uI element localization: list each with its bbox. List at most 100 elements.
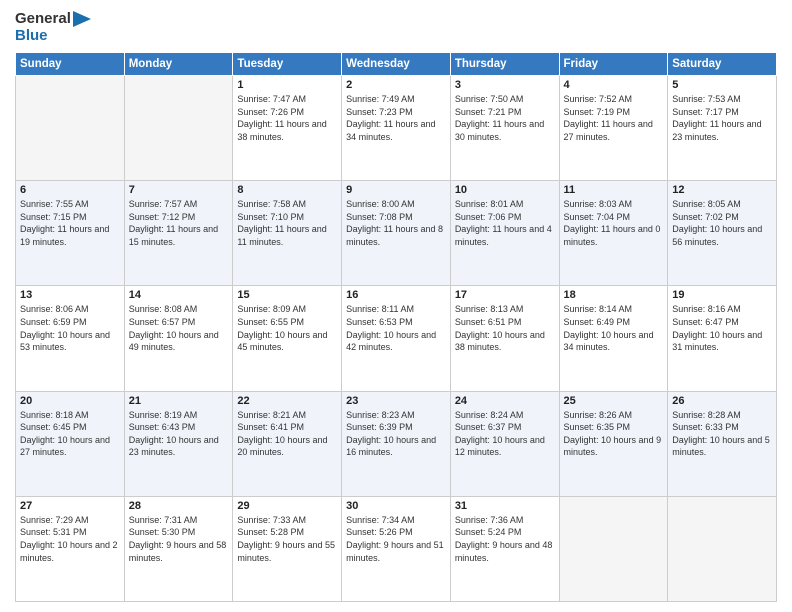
day-number: 15: [237, 289, 337, 301]
day-info: Sunrise: 8:14 AMSunset: 6:49 PMDaylight:…: [564, 303, 664, 353]
calendar-cell: 12 Sunrise: 8:05 AMSunset: 7:02 PMDayligh…: [668, 181, 777, 286]
calendar-cell: 8 Sunrise: 7:58 AMSunset: 7:10 PMDaylight…: [233, 181, 342, 286]
calendar-cell: 26 Sunrise: 8:28 AMSunset: 6:33 PMDayligh…: [668, 391, 777, 496]
calendar-cell: 28 Sunrise: 7:31 AMSunset: 5:30 PMDayligh…: [124, 496, 233, 601]
day-info: Sunrise: 8:08 AMSunset: 6:57 PMDaylight:…: [129, 303, 229, 353]
day-number: 24: [455, 395, 555, 407]
day-number: 16: [346, 289, 446, 301]
weekday-header-friday: Friday: [559, 53, 668, 76]
calendar-cell: [668, 496, 777, 601]
calendar-cell: 2 Sunrise: 7:49 AMSunset: 7:23 PMDaylight…: [342, 76, 451, 181]
calendar-cell: 7 Sunrise: 7:57 AMSunset: 7:12 PMDaylight…: [124, 181, 233, 286]
day-info: Sunrise: 8:24 AMSunset: 6:37 PMDaylight:…: [455, 409, 555, 459]
calendar-cell: [559, 496, 668, 601]
calendar-cell: 5Sunrise: 7:53 AMSunset: 7:17 PMDaylight…: [668, 76, 777, 181]
day-number: 23: [346, 395, 446, 407]
day-info: Sunrise: 7:33 AMSunset: 5:28 PMDaylight:…: [237, 514, 337, 564]
day-info: Sunrise: 7:36 AMSunset: 5:24 PMDaylight:…: [455, 514, 555, 564]
calendar-cell: 13 Sunrise: 8:06 AMSunset: 6:59 PMDayligh…: [16, 286, 125, 391]
calendar-table: SundayMondayTuesdayWednesdayThursdayFrid…: [15, 52, 777, 602]
day-number: 19: [672, 289, 772, 301]
calendar-cell: 4Sunrise: 7:52 AMSunset: 7:19 PMDaylight…: [559, 76, 668, 181]
day-info: Sunrise: 8:01 AMSunset: 7:06 PMDaylight:…: [455, 198, 555, 248]
weekday-header-monday: Monday: [124, 53, 233, 76]
day-info: Sunrise: 8:11 AMSunset: 6:53 PMDaylight:…: [346, 303, 446, 353]
day-number: 6: [20, 184, 120, 196]
day-number: 20: [20, 395, 120, 407]
day-number: 12: [672, 184, 772, 196]
day-info: Sunrise: 8:23 AMSunset: 6:39 PMDaylight:…: [346, 409, 446, 459]
day-number: 28: [129, 500, 229, 512]
day-info: Sunrise: 7:31 AMSunset: 5:30 PMDaylight:…: [129, 514, 229, 564]
day-info: Sunrise: 8:00 AMSunset: 7:08 PMDaylight:…: [346, 198, 446, 248]
logo-blue: Blue: [15, 27, 48, 44]
calendar-cell: 14 Sunrise: 8:08 AMSunset: 6:57 PMDayligh…: [124, 286, 233, 391]
week-row-3: 13 Sunrise: 8:06 AMSunset: 6:59 PMDayligh…: [16, 286, 777, 391]
day-info: Sunrise: 7:55 AMSunset: 7:15 PMDaylight:…: [20, 198, 120, 248]
week-row-5: 27 Sunrise: 7:29 AMSunset: 5:31 PMDayligh…: [16, 496, 777, 601]
day-info: Sunrise: 8:19 AMSunset: 6:43 PMDaylight:…: [129, 409, 229, 459]
logo-general: General: [15, 10, 71, 27]
day-info: Sunrise: 8:26 AMSunset: 6:35 PMDaylight:…: [564, 409, 664, 459]
calendar-cell: [124, 76, 233, 181]
day-info: Sunrise: 8:05 AMSunset: 7:02 PMDaylight:…: [672, 198, 772, 248]
day-info: Sunrise: 8:18 AMSunset: 6:45 PMDaylight:…: [20, 409, 120, 459]
weekday-header-saturday: Saturday: [668, 53, 777, 76]
calendar-cell: 20 Sunrise: 8:18 AMSunset: 6:45 PMDayligh…: [16, 391, 125, 496]
day-number: 11: [564, 184, 664, 196]
day-info: Sunrise: 7:50 AMSunset: 7:21 PMDaylight:…: [455, 93, 555, 143]
day-number: 8: [237, 184, 337, 196]
day-number: 9: [346, 184, 446, 196]
calendar-cell: 15 Sunrise: 8:09 AMSunset: 6:55 PMDayligh…: [233, 286, 342, 391]
day-number: 18: [564, 289, 664, 301]
calendar-cell: 17Sunrise: 8:13 AMSunset: 6:51 PMDayligh…: [450, 286, 559, 391]
calendar-cell: 27 Sunrise: 7:29 AMSunset: 5:31 PMDayligh…: [16, 496, 125, 601]
day-number: 27: [20, 500, 120, 512]
day-number: 13: [20, 289, 120, 301]
calendar-cell: 21 Sunrise: 8:19 AMSunset: 6:43 PMDayligh…: [124, 391, 233, 496]
weekday-header-wednesday: Wednesday: [342, 53, 451, 76]
calendar-cell: 25 Sunrise: 8:26 AMSunset: 6:35 PMDayligh…: [559, 391, 668, 496]
calendar-cell: 18 Sunrise: 8:14 AMSunset: 6:49 PMDayligh…: [559, 286, 668, 391]
day-number: 25: [564, 395, 664, 407]
logo-arrow-icon: [73, 11, 91, 27]
day-info: Sunrise: 7:49 AMSunset: 7:23 PMDaylight:…: [346, 93, 446, 143]
day-info: Sunrise: 8:09 AMSunset: 6:55 PMDaylight:…: [237, 303, 337, 353]
calendar-cell: 9 Sunrise: 8:00 AMSunset: 7:08 PMDaylight…: [342, 181, 451, 286]
calendar-cell: 6 Sunrise: 7:55 AMSunset: 7:15 PMDaylight…: [16, 181, 125, 286]
day-info: Sunrise: 7:57 AMSunset: 7:12 PMDaylight:…: [129, 198, 229, 248]
day-number: 21: [129, 395, 229, 407]
calendar-cell: 19 Sunrise: 8:16 AMSunset: 6:47 PMDayligh…: [668, 286, 777, 391]
calendar-cell: 29 Sunrise: 7:33 AMSunset: 5:28 PMDayligh…: [233, 496, 342, 601]
day-info: Sunrise: 8:16 AMSunset: 6:47 PMDaylight:…: [672, 303, 772, 353]
day-info: Sunrise: 7:52 AMSunset: 7:19 PMDaylight:…: [564, 93, 664, 143]
calendar-cell: [16, 76, 125, 181]
day-info: Sunrise: 7:29 AMSunset: 5:31 PMDaylight:…: [20, 514, 120, 564]
week-row-1: 1 Sunrise: 7:47 AMSunset: 7:26 PMDaylight…: [16, 76, 777, 181]
calendar-cell: 30Sunrise: 7:34 AMSunset: 5:26 PMDayligh…: [342, 496, 451, 601]
weekday-header-thursday: Thursday: [450, 53, 559, 76]
day-number: 29: [237, 500, 337, 512]
day-number: 7: [129, 184, 229, 196]
weekday-header-sunday: Sunday: [16, 53, 125, 76]
day-info: Sunrise: 7:58 AMSunset: 7:10 PMDaylight:…: [237, 198, 337, 248]
day-number: 26: [672, 395, 772, 407]
day-info: Sunrise: 8:03 AMSunset: 7:04 PMDaylight:…: [564, 198, 664, 248]
calendar-cell: 3Sunrise: 7:50 AMSunset: 7:21 PMDaylight…: [450, 76, 559, 181]
calendar-cell: 24 Sunrise: 8:24 AMSunset: 6:37 PMDayligh…: [450, 391, 559, 496]
day-number: 31: [455, 500, 555, 512]
weekday-header-row: SundayMondayTuesdayWednesdayThursdayFrid…: [16, 53, 777, 76]
day-number: 17: [455, 289, 555, 301]
day-info: Sunrise: 7:47 AMSunset: 7:26 PMDaylight:…: [237, 93, 337, 143]
calendar-cell: 11 Sunrise: 8:03 AMSunset: 7:04 PMDayligh…: [559, 181, 668, 286]
day-number: 2: [346, 79, 446, 91]
calendar-cell: 22Sunrise: 8:21 AMSunset: 6:41 PMDayligh…: [233, 391, 342, 496]
day-info: Sunrise: 8:28 AMSunset: 6:33 PMDaylight:…: [672, 409, 772, 459]
calendar-cell: 31 Sunrise: 7:36 AMSunset: 5:24 PMDayligh…: [450, 496, 559, 601]
week-row-4: 20 Sunrise: 8:18 AMSunset: 6:45 PMDayligh…: [16, 391, 777, 496]
day-info: Sunrise: 8:06 AMSunset: 6:59 PMDaylight:…: [20, 303, 120, 353]
day-number: 14: [129, 289, 229, 301]
day-number: 1: [237, 79, 337, 91]
day-number: 22: [237, 395, 337, 407]
day-number: 5: [672, 79, 772, 91]
